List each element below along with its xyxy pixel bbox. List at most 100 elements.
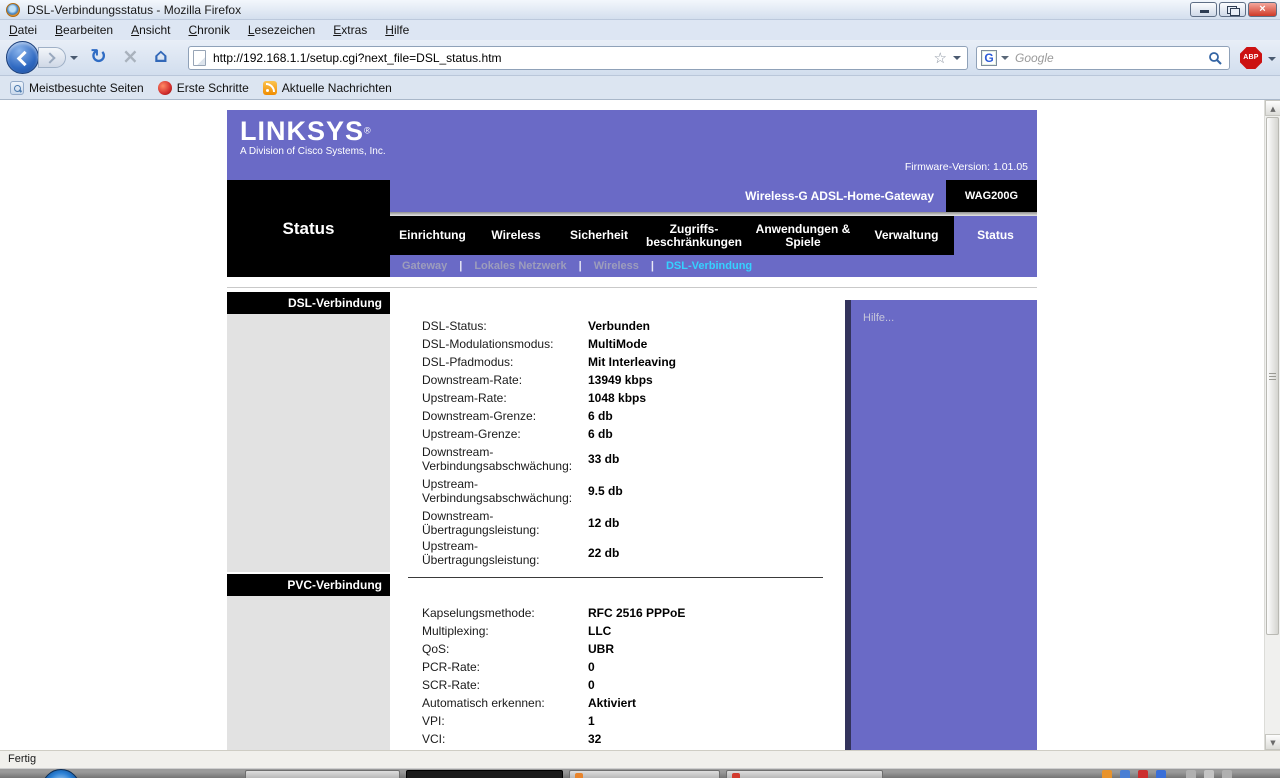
subnav-separator: | — [579, 260, 582, 272]
task-button-2[interactable] — [406, 770, 563, 778]
adblock-dropdown-icon[interactable] — [1268, 57, 1276, 61]
pvc-rows: Kapselungsmethode:RFC 2516 PPPoEMultiple… — [390, 604, 845, 750]
status-row: Upstream-Grenze:6 db — [390, 425, 845, 443]
dsl-rows: DSL-Status:VerbundenDSL-Modulationsmodus… — [390, 317, 845, 567]
row-label: Upstream-Grenze: — [422, 427, 588, 441]
menu-item-hilfe[interactable]: Hilfe — [376, 20, 418, 40]
menu-item-lesezeichen[interactable]: Lesezeichen — [239, 20, 324, 40]
minimize-button[interactable] — [1190, 2, 1217, 17]
row-value: Verbunden — [588, 319, 650, 333]
menu-bar: DateiBearbeitenAnsichtChronikLesezeichen… — [0, 20, 1280, 40]
scrollbar-thumb[interactable] — [1266, 117, 1279, 635]
row-value: 33 db — [588, 452, 619, 466]
menu-item-ansicht[interactable]: Ansicht — [122, 20, 179, 40]
tray-icon[interactable] — [1102, 770, 1112, 778]
task-button-icon — [575, 773, 583, 778]
bookmark-item-erste-schritte[interactable]: Erste Schritte — [154, 81, 253, 95]
section-header-dsl: DSL-Verbindung — [227, 292, 390, 314]
status-row: PCR-Rate:0 — [390, 658, 845, 676]
status-text: Fertig — [8, 753, 36, 765]
row-value: 6 db — [588, 409, 613, 423]
bookmark-label: Aktuelle Nachrichten — [282, 81, 392, 95]
status-row: DSL-Pfadmodus:Mit Interleaving — [390, 353, 845, 371]
tab-sicherheit[interactable]: Sicherheit — [557, 216, 641, 255]
status-row: Multiplexing:LLC — [390, 622, 845, 640]
vertical-scrollbar[interactable]: ▲ ▼ — [1264, 100, 1280, 750]
subnav-item-gateway[interactable]: Gateway — [402, 260, 447, 272]
scrollbar-up-button[interactable]: ▲ — [1265, 100, 1280, 116]
tab-anwendungen-spiele[interactable]: Anwendungen & Spiele — [747, 216, 859, 255]
search-bar[interactable]: G Google — [976, 46, 1230, 70]
tab-wireless[interactable]: Wireless — [475, 216, 557, 255]
tray-icon[interactable] — [1204, 770, 1214, 778]
task-button-3[interactable] — [569, 770, 720, 778]
row-label: SCR-Rate: — [422, 678, 588, 692]
adblock-icon[interactable]: ABP — [1240, 47, 1262, 69]
row-label: Upstream- Verbindungsabschwächung: — [422, 477, 588, 505]
status-row: DSL-Status:Verbunden — [390, 317, 845, 335]
home-button[interactable]: ⌂ — [154, 45, 168, 67]
tray-icon[interactable] — [1222, 770, 1232, 778]
search-engine-dropdown-icon[interactable] — [1001, 56, 1009, 60]
row-value: 1048 kbps — [588, 391, 646, 405]
task-button-1[interactable] — [245, 770, 400, 778]
task-button-4[interactable] — [726, 770, 883, 778]
firefox-icon — [6, 3, 20, 17]
history-dropdown-icon[interactable] — [70, 56, 78, 60]
tab-einrichtung[interactable]: Einrichtung — [390, 216, 475, 255]
search-engine-icon[interactable]: G — [981, 50, 997, 66]
status-row: VCI:32 — [390, 730, 845, 748]
title-bar: DSL-Verbindungsstatus - Mozilla Firefox … — [0, 0, 1280, 20]
logo-text: LINKSYS — [240, 116, 364, 146]
row-label: Downstream-Grenze: — [422, 409, 588, 423]
task-button-icon — [732, 773, 740, 778]
subnav-item-dsl-verbindung[interactable]: DSL-Verbindung — [666, 260, 752, 272]
tray-icon[interactable] — [1156, 770, 1166, 778]
menu-item-datei[interactable]: Datei — [0, 20, 46, 40]
subnav-item-wireless[interactable]: Wireless — [594, 260, 639, 272]
bookmark-star-icon[interactable]: ☆ — [928, 47, 953, 69]
row-value: 1 — [588, 714, 595, 728]
page-title: Status — [227, 180, 390, 277]
row-label: Downstream- Verbindungsabschwächung: — [422, 445, 588, 473]
bookmark-item-meistbesuchte-seiten[interactable]: Meistbesuchte Seiten — [6, 81, 148, 95]
url-text[interactable]: http://192.168.1.1/setup.cgi?next_file=D… — [206, 51, 928, 65]
menu-item-bearbeiten[interactable]: Bearbeiten — [46, 20, 122, 40]
tab-status[interactable]: Status — [954, 216, 1037, 255]
row-label: VCI: — [422, 732, 588, 746]
scrollbar-down-button[interactable]: ▼ — [1265, 734, 1280, 750]
reload-button[interactable]: ↻ — [90, 44, 107, 68]
subnav-separator: | — [651, 260, 654, 272]
start-button[interactable] — [42, 769, 80, 778]
status-row: Upstream-Rate:1048 kbps — [390, 389, 845, 407]
tray-icon[interactable] — [1120, 770, 1130, 778]
forward-button[interactable] — [38, 47, 66, 68]
content-gap — [227, 277, 1037, 288]
tray-icon[interactable] — [1186, 770, 1196, 778]
menu-item-extras[interactable]: Extras — [324, 20, 376, 40]
help-link[interactable]: Hilfe... — [863, 312, 894, 324]
row-value: MultiMode — [588, 337, 647, 351]
division-tagline: A Division of Cisco Systems, Inc. — [240, 146, 386, 157]
bookmark-item-aktuelle-nachrichten[interactable]: Aktuelle Nachrichten — [259, 81, 396, 95]
menu-item-chronik[interactable]: Chronik — [179, 20, 238, 40]
tab-zugriffs-beschränkungen[interactable]: Zugriffs- beschränkungen — [641, 216, 747, 255]
address-bar[interactable]: http://192.168.1.1/setup.cgi?next_file=D… — [188, 46, 968, 70]
subnav-item-lokales-netzwerk[interactable]: Lokales Netzwerk — [474, 260, 566, 272]
rss-feed-icon — [263, 81, 277, 95]
back-button[interactable] — [6, 41, 39, 74]
row-value: 22 db — [588, 546, 619, 560]
status-row: Downstream-Grenze:6 db — [390, 407, 845, 425]
stop-button[interactable]: × — [122, 44, 139, 68]
close-button[interactable]: × — [1248, 2, 1277, 17]
tab-verwaltung[interactable]: Verwaltung — [859, 216, 954, 255]
search-input[interactable]: Google — [1012, 51, 1208, 65]
search-icon[interactable] — [1208, 51, 1222, 65]
linksys-logo: LINKSYS® A Division of Cisco Systems, In… — [240, 118, 386, 157]
content-area: DSL-Verbindung PVC-Verbindung DSL-Status… — [227, 288, 1037, 750]
address-dropdown-icon[interactable] — [953, 56, 961, 60]
restore-button[interactable] — [1219, 2, 1246, 17]
row-value: 9.5 db — [588, 484, 623, 498]
status-row: Kapselungsmethode:RFC 2516 PPPoE — [390, 604, 845, 622]
tray-icon[interactable] — [1138, 770, 1148, 778]
